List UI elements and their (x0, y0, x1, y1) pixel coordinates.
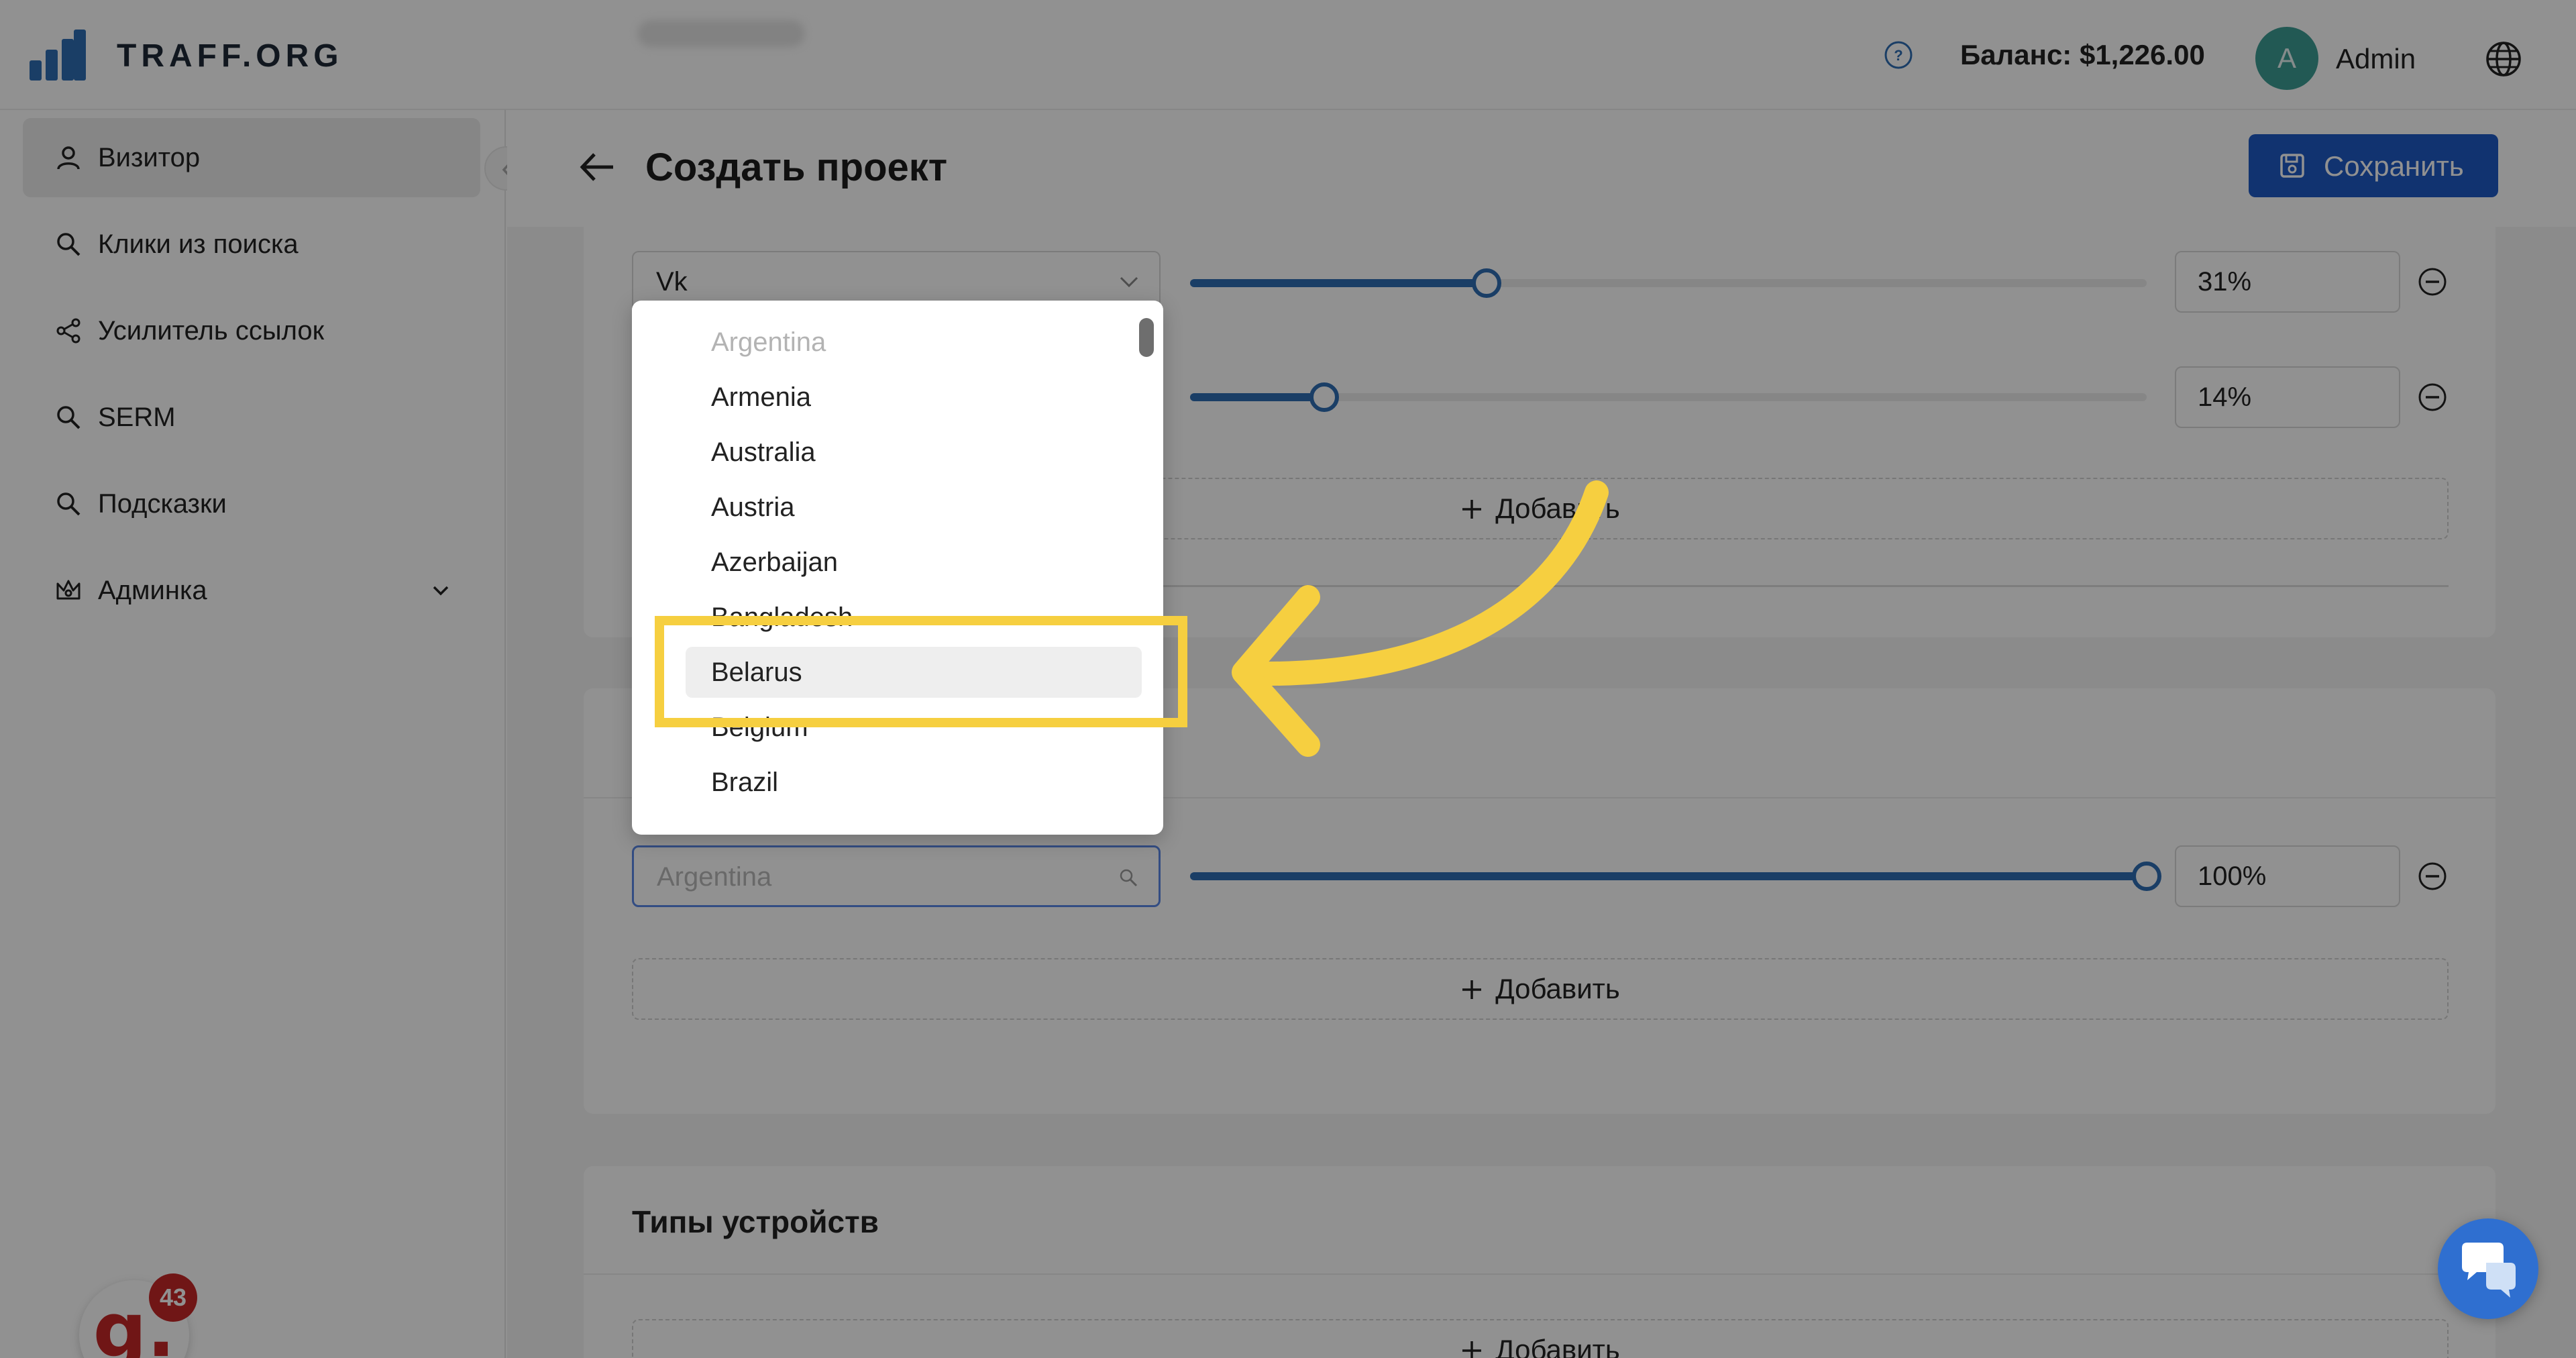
dropdown-scrollbar[interactable] (1139, 318, 1154, 357)
country-option[interactable]: Argentina (686, 317, 1142, 368)
country-option[interactable]: Brazil (686, 757, 1142, 808)
callout-arrow-icon (1232, 480, 1609, 757)
country-option[interactable]: Australia (686, 427, 1142, 478)
country-option[interactable]: Armenia (686, 372, 1142, 423)
country-dropdown[interactable]: Argentina Armenia Australia Austria Azer… (632, 301, 1163, 835)
chat-button[interactable] (2438, 1218, 2538, 1319)
chat-icon (2462, 1243, 2516, 1298)
country-option[interactable]: Austria (686, 482, 1142, 533)
country-option[interactable]: Azerbaijan (686, 537, 1142, 588)
highlight-box (655, 616, 1187, 727)
